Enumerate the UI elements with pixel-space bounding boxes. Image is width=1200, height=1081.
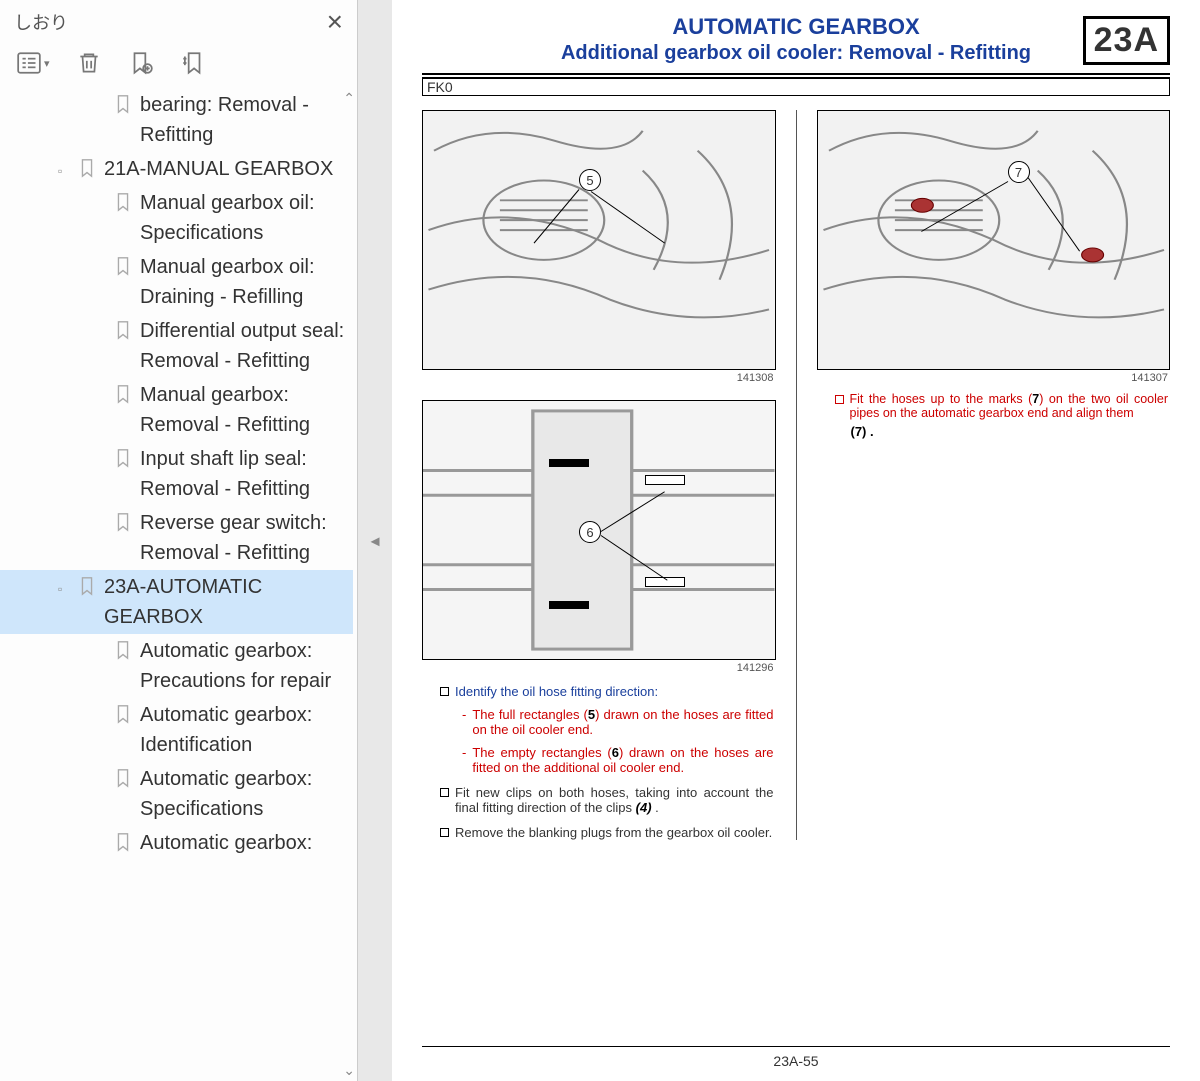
bookmark-label: Automatic gearbox: Precautions for repai…	[140, 636, 347, 696]
scroll-down-indicator: ⌄	[343, 1062, 355, 1079]
bookmark-item[interactable]: ▫ 21A-MANUAL GEARBOX	[0, 152, 353, 186]
step-identify: Identify the oil hose fitting direction:	[440, 684, 774, 699]
bookmark-icon	[114, 448, 132, 468]
bookmark-icon	[78, 158, 96, 178]
substep-full-rect: - The full rectangles (5) drawn on the h…	[462, 707, 774, 737]
bookmark-icon	[78, 576, 96, 596]
figure-1-number: 141308	[422, 372, 774, 384]
bookmark-label: bearing: Removal - Refitting	[140, 90, 347, 150]
bookmark-label: Manual gearbox: Removal - Refitting	[140, 380, 347, 440]
figure-2: 6	[422, 400, 776, 660]
sidebar-gutter: ◂	[358, 0, 392, 1081]
bookmark-label: 21A-MANUAL GEARBOX	[104, 154, 347, 184]
trash-icon[interactable]	[76, 50, 102, 76]
document-page: AUTOMATIC GEARBOX Additional gearbox oil…	[422, 14, 1170, 1081]
options-dropdown[interactable]: ▾	[16, 50, 50, 76]
figure-3: 7	[817, 110, 1171, 370]
full-rectangle-mark	[549, 601, 589, 609]
page-header: AUTOMATIC GEARBOX Additional gearbox oil…	[422, 14, 1170, 65]
section-subtitle: Additional gearbox oil cooler: Removal -…	[422, 42, 1170, 65]
figure-1-art	[423, 111, 775, 369]
model-row: FK0	[422, 77, 1170, 96]
list-icon	[16, 50, 42, 76]
bookmark-item[interactable]: Automatic gearbox: Identification	[0, 698, 353, 762]
bookmark-label: Automatic gearbox: Specifications	[140, 764, 347, 824]
sidebar-toolbar: ▾	[0, 42, 357, 88]
column-separator	[796, 110, 797, 840]
page-footer: 23A-55	[422, 1046, 1170, 1069]
section-code-badge: 23A	[1083, 16, 1170, 65]
empty-rectangle-mark	[645, 475, 685, 485]
figure-3-number: 141307	[817, 372, 1169, 384]
note-fit-hoses: Fit the hoses up to the marks (7) on the…	[835, 392, 1169, 420]
header-rule	[422, 73, 1170, 75]
section-title: AUTOMATIC GEARBOX	[422, 14, 1170, 40]
bookmark-item[interactable]: ▫ 23A-AUTOMATIC GEARBOX	[0, 570, 353, 634]
bookmark-icon	[114, 640, 132, 660]
bookmark-item[interactable]: Differential output seal: Removal - Refi…	[0, 314, 353, 378]
right-column: 7 141307 Fit the hoses up to the marks (…	[817, 110, 1171, 840]
bookmark-label: Differential output seal: Removal - Refi…	[140, 316, 347, 376]
bookmark-icon	[114, 512, 132, 532]
bookmark-item[interactable]: Manual gearbox oil: Draining - Refilling	[0, 250, 353, 314]
content-columns: 5 141308	[422, 110, 1170, 840]
bookmark-icon	[114, 320, 132, 340]
app-root: しおり × ▾ ⌃ bearing: Removal - Refitting ▫ 2…	[0, 0, 1200, 1081]
bookmark-item[interactable]: Input shaft lip seal: Removal - Refittin…	[0, 442, 353, 506]
note-fit-hoses-ref: (7) .	[851, 424, 1171, 439]
bookmark-icon	[114, 192, 132, 212]
document-viewport[interactable]: AUTOMATIC GEARBOX Additional gearbox oil…	[392, 0, 1200, 1081]
bookmark-label: Manual gearbox oil: Draining - Refilling	[140, 252, 347, 312]
twisty-icon[interactable]: ▫	[58, 162, 70, 180]
figure-2-number: 141296	[422, 662, 774, 674]
bookmark-tree[interactable]: bearing: Removal - Refitting ▫ 21A-MANUAL …	[0, 88, 357, 1081]
step-remove-plugs: Remove the blanking plugs from the gearb…	[440, 825, 774, 840]
bookmark-label: Manual gearbox oil: Specifications	[140, 188, 347, 248]
bookmark-item[interactable]: Automatic gearbox: Precautions for repai…	[0, 634, 353, 698]
bullet-icon	[440, 687, 449, 696]
bookmark-item[interactable]: Reverse gear switch: Removal - Refitting	[0, 506, 353, 570]
figure-3-art	[818, 111, 1170, 369]
sidebar-title: しおり	[14, 9, 68, 35]
figure-1: 5	[422, 110, 776, 370]
callout-5: 5	[579, 169, 601, 191]
bullet-icon	[440, 788, 449, 797]
bookmark-icon	[114, 832, 132, 852]
bookmark-label: Reverse gear switch: Removal - Refitting	[140, 508, 347, 568]
bullet-icon	[835, 395, 844, 404]
bookmark-item[interactable]: Manual gearbox oil: Specifications	[0, 186, 353, 250]
bookmark-icon	[114, 94, 132, 114]
scroll-up-indicator: ⌃	[343, 90, 355, 107]
step-fit-clips: Fit new clips on both hoses, taking into…	[440, 785, 774, 815]
callout-7: 7	[1008, 161, 1030, 183]
tree-wrap: ⌃ bearing: Removal - Refitting ▫ 21A-MANUA…	[0, 88, 357, 1081]
collapse-sidebar-icon[interactable]: ◂	[370, 530, 379, 551]
chevron-down-icon: ▾	[44, 57, 50, 70]
bookmark-item[interactable]: bearing: Removal - Refitting	[0, 88, 353, 152]
left-column: 5 141308	[422, 110, 776, 840]
page-number: 23A-55	[773, 1053, 818, 1069]
bookmarks-sidebar: しおり × ▾ ⌃ bearing: Removal - Refitting ▫ 2…	[0, 0, 358, 1081]
bullet-icon	[440, 828, 449, 837]
bookmark-icon	[114, 384, 132, 404]
full-rectangle-mark	[549, 459, 589, 467]
twisty-icon[interactable]: ▫	[58, 580, 70, 598]
bookmark-icon	[114, 256, 132, 276]
bookmark-icon	[114, 768, 132, 788]
bookmark-label: Input shaft lip seal: Removal - Refittin…	[140, 444, 347, 504]
bookmark-label: 23A-AUTOMATIC GEARBOX	[104, 572, 347, 632]
bookmark-item[interactable]: Automatic gearbox: Specifications	[0, 762, 353, 826]
substep-empty-rect: - The empty rectangles (6) drawn on the …	[462, 745, 774, 775]
bookmark-item[interactable]: Automatic gearbox:	[0, 826, 353, 860]
bookmark-label: Automatic gearbox: Identification	[140, 700, 347, 760]
bookmark-label: Automatic gearbox:	[140, 828, 347, 858]
bookmark-item[interactable]: Manual gearbox: Removal - Refitting	[0, 378, 353, 442]
sidebar-header: しおり ×	[0, 0, 357, 42]
bookmark-add-icon[interactable]	[128, 50, 154, 76]
bookmark-target-icon[interactable]	[180, 50, 206, 76]
callout-6: 6	[579, 521, 601, 543]
bookmark-icon	[114, 704, 132, 724]
close-icon[interactable]: ×	[327, 8, 343, 36]
